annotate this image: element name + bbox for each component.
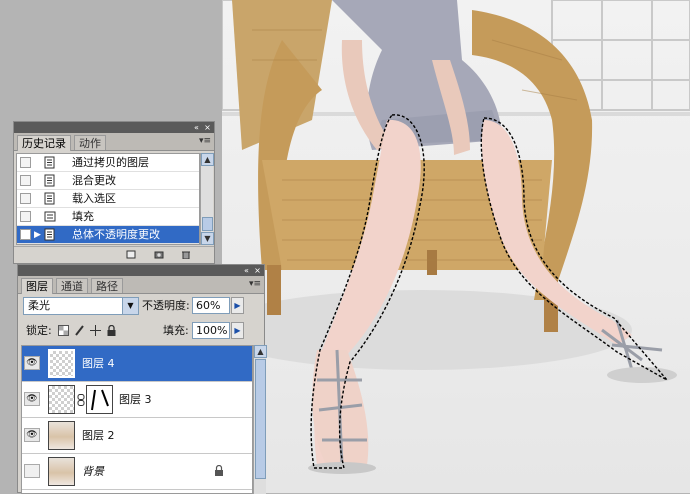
chain-link-icon[interactable] xyxy=(77,394,85,406)
document-icon xyxy=(44,156,55,169)
collapse-icon[interactable]: « xyxy=(242,266,251,275)
layer-row-background[interactable]: 背景 xyxy=(22,454,252,490)
layer-name[interactable]: 背景 xyxy=(82,463,104,479)
tab-channels[interactable]: 通道 xyxy=(56,278,88,293)
eye-visibility-icon[interactable]: 👁 xyxy=(24,356,40,370)
history-item-label: 总体不透明度更改 xyxy=(72,228,160,241)
history-snapshot-checkbox[interactable] xyxy=(20,229,31,240)
fill-label: 填充: xyxy=(163,324,189,337)
layer-row[interactable]: 👁 图层 2 xyxy=(22,418,252,454)
history-state-pointer-icon[interactable]: ▶ xyxy=(34,230,41,240)
layer-row[interactable]: 👁 图层 3 xyxy=(22,382,252,418)
history-item-label: 填充 xyxy=(72,210,94,223)
history-item-selected[interactable]: ▶ 总体不透明度更改 xyxy=(17,226,199,244)
chevron-down-icon[interactable]: ▼ xyxy=(122,298,138,314)
tab-layers[interactable]: 图层 xyxy=(21,278,53,294)
tab-actions[interactable]: 动作 xyxy=(74,135,106,150)
mask-legs-silhouette-icon xyxy=(91,389,109,411)
history-item[interactable]: 填充 xyxy=(17,208,199,226)
layer-name[interactable]: 图层 3 xyxy=(119,391,152,407)
opacity-label: 不透明度: xyxy=(142,299,190,312)
eye-visibility-icon[interactable] xyxy=(24,464,40,478)
layer-row-selected[interactable]: 👁 图层 4 xyxy=(22,346,252,382)
close-icon[interactable]: × xyxy=(203,123,212,132)
close-icon[interactable]: × xyxy=(253,266,262,275)
lock-image-pixels-brush-icon[interactable] xyxy=(74,325,85,336)
layer-thumbnail xyxy=(48,349,75,378)
layer-thumbnail xyxy=(48,457,75,486)
scroll-down-icon[interactable]: ▼ xyxy=(201,232,214,245)
scroll-up-icon[interactable]: ▲ xyxy=(201,153,214,166)
trash-icon[interactable] xyxy=(181,250,191,259)
fill-field[interactable]: 100% xyxy=(192,322,230,339)
layer-mask-thumbnail[interactable] xyxy=(86,385,113,414)
fill-icon xyxy=(44,211,56,222)
fill-slider-arrow-icon[interactable]: ▶ xyxy=(231,322,244,339)
document-icon xyxy=(44,174,55,187)
scroll-thumb[interactable] xyxy=(255,359,266,479)
new-document-from-state-icon[interactable] xyxy=(126,250,136,259)
history-snapshot-checkbox[interactable] xyxy=(20,175,31,186)
panel-menu-icon[interactable]: ▾≡ xyxy=(249,279,261,289)
document-icon xyxy=(44,192,55,205)
layer-list: 👁 图层 4 👁 图层 3 👁 图层 2 背景 xyxy=(21,345,253,494)
layers-tabs: 图层 通道 路径 ▾≡ xyxy=(18,276,264,294)
history-snapshot-checkbox[interactable] xyxy=(20,193,31,204)
blend-mode-select[interactable]: 柔光 ▼ xyxy=(23,297,139,315)
photo-illustration xyxy=(222,0,690,474)
history-item-label: 通过拷贝的图层 xyxy=(72,156,149,169)
eye-visibility-icon[interactable]: 👁 xyxy=(24,428,40,442)
history-item[interactable]: 混合更改 xyxy=(17,172,199,190)
photo-canvas[interactable] xyxy=(222,0,690,493)
layers-panel: « × 图层 通道 路径 ▾≡ 柔光 ▼ 不透明度: 60% ▶ 锁定: 填充:… xyxy=(17,264,267,494)
lock-all-icon[interactable] xyxy=(106,325,117,336)
layer-thumbnail xyxy=(48,421,75,450)
lock-position-move-icon[interactable] xyxy=(90,325,101,336)
lock-label: 锁定: xyxy=(26,324,52,337)
tab-paths[interactable]: 路径 xyxy=(91,278,123,293)
blend-mode-value: 柔光 xyxy=(28,299,50,312)
lock-transparent-pixels-icon[interactable] xyxy=(58,325,69,336)
history-panel: « × 历史记录 动作 ▾≡ 通过拷贝的图层 混合更改 载入选区 填充 ▶ 总体… xyxy=(13,121,215,264)
layers-scrollbar[interactable]: ▲ xyxy=(253,345,267,494)
history-list: 通过拷贝的图层 混合更改 载入选区 填充 ▶ 总体不透明度更改 xyxy=(16,153,200,245)
panel-menu-icon[interactable]: ▾≡ xyxy=(199,136,211,146)
history-footer xyxy=(14,246,214,263)
history-item[interactable]: 载入选区 xyxy=(17,190,199,208)
scroll-up-icon[interactable]: ▲ xyxy=(254,345,267,358)
opacity-field[interactable]: 60% xyxy=(192,297,230,314)
opacity-slider-arrow-icon[interactable]: ▶ xyxy=(231,297,244,314)
document-icon xyxy=(44,228,55,241)
history-item-label: 载入选区 xyxy=(72,192,116,205)
history-snapshot-checkbox[interactable] xyxy=(20,157,31,168)
history-item-label: 混合更改 xyxy=(72,174,116,187)
history-snapshot-checkbox[interactable] xyxy=(20,211,31,222)
history-tabs: 历史记录 动作 ▾≡ xyxy=(14,133,214,151)
eye-visibility-icon[interactable]: 👁 xyxy=(24,392,40,406)
layers-titlebar[interactable]: « × xyxy=(18,265,264,276)
history-scrollbar[interactable]: ▲ ▼ xyxy=(200,153,214,245)
collapse-icon[interactable]: « xyxy=(192,123,201,132)
history-item[interactable]: 通过拷贝的图层 xyxy=(17,154,199,172)
layer-name[interactable]: 图层 4 xyxy=(82,355,115,371)
tab-history[interactable]: 历史记录 xyxy=(17,135,71,151)
snapshot-camera-icon[interactable] xyxy=(154,250,164,259)
scroll-thumb[interactable] xyxy=(202,217,213,231)
layer-thumbnail xyxy=(48,385,75,414)
history-titlebar[interactable]: « × xyxy=(14,122,214,133)
lock-icon xyxy=(215,465,223,476)
layer-name[interactable]: 图层 2 xyxy=(82,427,115,443)
